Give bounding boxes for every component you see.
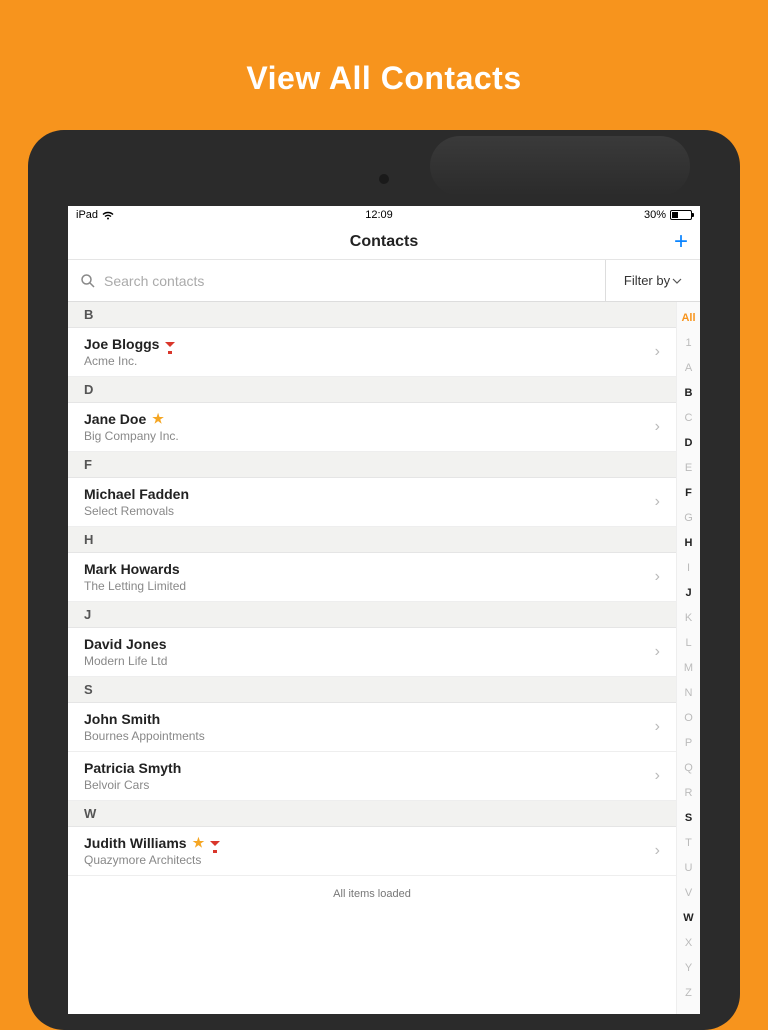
contact-name: Joe Bloggs: [84, 336, 655, 352]
battery-percent: 30%: [644, 209, 666, 221]
alpha-index-bar[interactable]: All1ABCDEFGHIJKLMNOPQRSTUVWXYZ: [676, 302, 700, 1014]
index-item[interactable]: S: [677, 806, 700, 831]
funnel-icon: [210, 841, 220, 846]
index-item[interactable]: E: [677, 456, 700, 481]
page-title: View All Contacts: [0, 0, 768, 97]
contacts-list[interactable]: BJoe BloggsAcme Inc.›DJane Doe★Big Compa…: [68, 302, 676, 1014]
filter-label: Filter by: [624, 273, 670, 288]
funnel-icon: [165, 342, 175, 347]
index-item[interactable]: Q: [677, 756, 700, 781]
index-item[interactable]: L: [677, 631, 700, 656]
contact-company: Acme Inc.: [84, 354, 655, 368]
contact-company: Bournes Appointments: [84, 729, 655, 743]
loaded-message: All items loaded: [68, 876, 676, 912]
chevron-right-icon: ›: [655, 643, 660, 661]
chevron-right-icon: ›: [655, 767, 660, 785]
toolbar: Filter by: [68, 260, 700, 302]
nav-title: Contacts: [350, 233, 418, 251]
index-item[interactable]: X: [677, 931, 700, 956]
index-item[interactable]: All: [677, 306, 700, 331]
nav-bar: Contacts +: [68, 224, 700, 260]
contact-name: Judith Williams★: [84, 835, 655, 851]
contact-row[interactable]: Jane Doe★ Big Company Inc.›: [68, 403, 676, 452]
contact-row[interactable]: John Smith Bournes Appointments›: [68, 703, 676, 752]
device-label: iPad: [76, 209, 98, 221]
index-item[interactable]: O: [677, 706, 700, 731]
add-contact-button[interactable]: +: [674, 230, 688, 254]
index-item[interactable]: R: [677, 781, 700, 806]
index-item[interactable]: Z: [677, 981, 700, 1006]
section-header: B: [68, 302, 676, 328]
contact-row[interactable]: Mark Howards The Letting Limited›: [68, 553, 676, 602]
contact-name: Patricia Smyth: [84, 760, 655, 776]
contact-name: David Jones: [84, 636, 655, 652]
battery-icon: [670, 210, 692, 220]
status-time: 12:09: [365, 209, 393, 221]
contact-company: Select Removals: [84, 504, 655, 518]
index-item[interactable]: G: [677, 506, 700, 531]
section-header: F: [68, 452, 676, 478]
contact-company: Modern Life Ltd: [84, 654, 655, 668]
index-item[interactable]: I: [677, 556, 700, 581]
index-item[interactable]: Y: [677, 956, 700, 981]
index-item[interactable]: T: [677, 831, 700, 856]
contact-row[interactable]: Michael Fadden Select Removals›: [68, 478, 676, 527]
contact-name: John Smith: [84, 711, 655, 727]
index-item[interactable]: V: [677, 881, 700, 906]
chevron-right-icon: ›: [655, 493, 660, 511]
search-input[interactable]: [104, 273, 593, 289]
filter-by-button[interactable]: Filter by: [606, 260, 700, 301]
section-header: S: [68, 677, 676, 703]
index-item[interactable]: F: [677, 481, 700, 506]
section-header: J: [68, 602, 676, 628]
index-item[interactable]: B: [677, 381, 700, 406]
star-icon: ★: [193, 835, 205, 851]
contact-name: Mark Howards: [84, 561, 655, 577]
contact-name: Michael Fadden: [84, 486, 655, 502]
wifi-icon: [102, 211, 114, 220]
chevron-right-icon: ›: [655, 842, 660, 860]
star-icon: ★: [152, 411, 164, 427]
index-item[interactable]: P: [677, 731, 700, 756]
chevron-right-icon: ›: [655, 343, 660, 361]
index-item[interactable]: 1: [677, 331, 700, 356]
section-header: W: [68, 801, 676, 827]
index-item[interactable]: J: [677, 581, 700, 606]
section-header: H: [68, 527, 676, 553]
search-wrap[interactable]: [68, 260, 606, 301]
contact-row[interactable]: Patricia Smyth Belvoir Cars›: [68, 752, 676, 801]
status-bar: iPad 12:09 30%: [68, 206, 700, 224]
search-icon: [80, 273, 96, 289]
index-item[interactable]: C: [677, 406, 700, 431]
contact-row[interactable]: David Jones Modern Life Ltd›: [68, 628, 676, 677]
chevron-right-icon: ›: [655, 418, 660, 436]
section-header: D: [68, 377, 676, 403]
contact-company: Belvoir Cars: [84, 778, 655, 792]
contact-company: The Letting Limited: [84, 579, 655, 593]
index-item[interactable]: N: [677, 681, 700, 706]
index-item[interactable]: W: [677, 906, 700, 931]
contact-name: Jane Doe★: [84, 411, 655, 427]
chevron-right-icon: ›: [655, 718, 660, 736]
contact-company: Quazymore Architects: [84, 853, 655, 867]
contact-company: Big Company Inc.: [84, 429, 655, 443]
tablet-highlight: [430, 136, 690, 196]
chevron-right-icon: ›: [655, 568, 660, 586]
index-item[interactable]: H: [677, 531, 700, 556]
index-item[interactable]: M: [677, 656, 700, 681]
index-item[interactable]: K: [677, 606, 700, 631]
tablet-camera-icon: [379, 174, 389, 184]
screen: iPad 12:09 30% Contacts + Filter by BJoe: [68, 206, 700, 1014]
contact-row[interactable]: Joe Bloggs Acme Inc.›: [68, 328, 676, 377]
index-item[interactable]: D: [677, 431, 700, 456]
index-item[interactable]: A: [677, 356, 700, 381]
contact-row[interactable]: Judith Williams★ Quazymore Architects›: [68, 827, 676, 876]
chevron-down-icon: [672, 276, 682, 286]
tablet-frame: iPad 12:09 30% Contacts + Filter by BJoe: [28, 130, 740, 1030]
index-item[interactable]: U: [677, 856, 700, 881]
